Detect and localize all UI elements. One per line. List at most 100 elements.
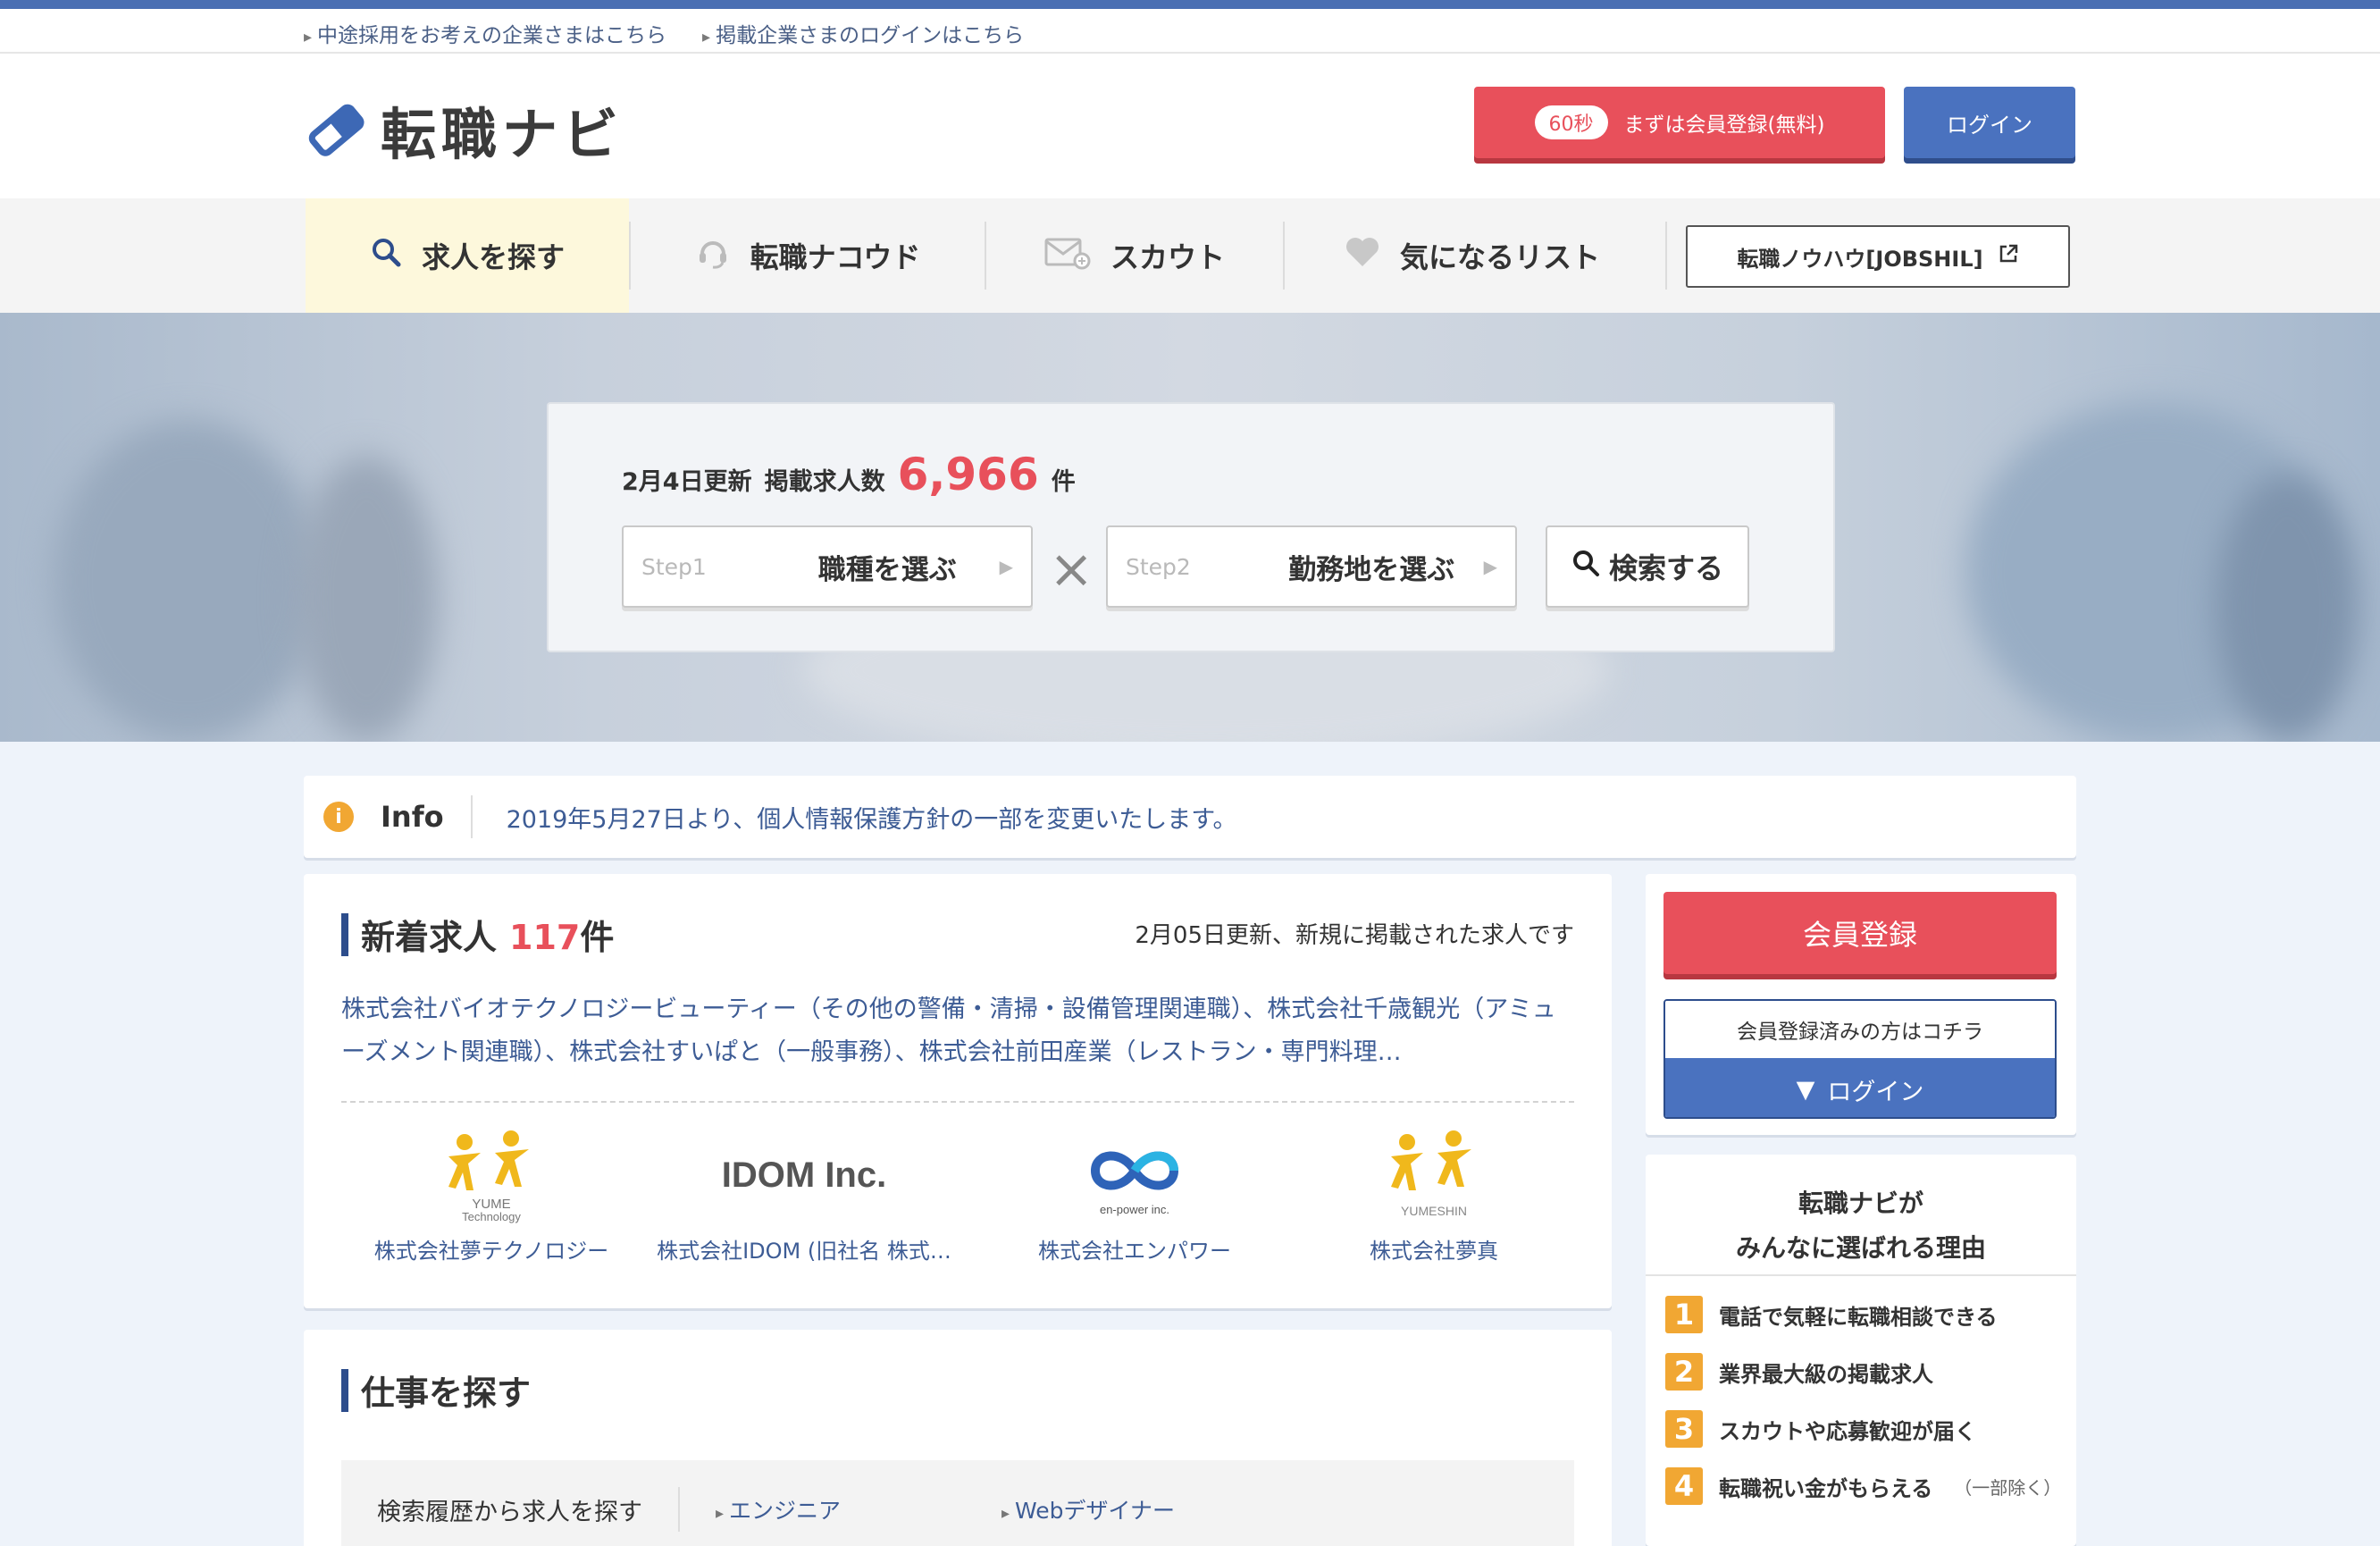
site-logo[interactable]: 転職ナビ <box>304 89 624 170</box>
info-icon: i <box>323 802 354 832</box>
register-button[interactable]: 60秒 まずは会員登録(無料) <box>1474 87 1885 158</box>
member-login-label: ログイン <box>1827 1078 1924 1106</box>
company-logo-caption: IDOM Inc. <box>722 1155 886 1195</box>
reason-number: 3 <box>1665 1410 1703 1448</box>
registered-note: 会員登録済みの方はコチラ <box>1665 1001 2055 1058</box>
login-button[interactable]: ログイン <box>1904 87 2075 158</box>
select-job-type-button[interactable]: Step1 職種を選ぶ ▶ <box>622 525 1033 608</box>
register-label: まずは会員登録(無料) <box>1623 113 1825 137</box>
reason-text: 業界最大級の掲載求人 <box>1719 1361 1933 1387</box>
top-stripe <box>0 0 2380 9</box>
new-jobs-title: 新着求人 117件 <box>341 910 614 959</box>
search-button-label: 検索する <box>1608 551 1723 585</box>
employer-link[interactable]: 中途採用をお考えの企業さまはこちら <box>304 18 666 48</box>
reasons-card: 転職ナビが みんなに選ばれる理由 1 電話で気軽に転職相談できる 2 業界最大級… <box>1646 1155 2076 1546</box>
nav-item-label: 気になるリスト <box>1399 240 1600 274</box>
reason-item: 1 電話で気軽に転職相談できる <box>1665 1296 1998 1333</box>
external-link-icon <box>1998 243 2019 270</box>
search-button[interactable]: 検索する <box>1546 525 1749 608</box>
reason-number: 2 <box>1665 1353 1703 1391</box>
top-links-bar: 中途採用をお考えの企業さまはこちら 掲載企業さまのログインはこちら <box>0 9 2380 54</box>
reason-text: 転職祝い金がもらえる <box>1719 1475 1933 1501</box>
reasons-title-line1: 転職ナビが <box>1798 1189 1923 1218</box>
reason-subnote: （一部除く） <box>1954 1476 2062 1499</box>
member-register-button[interactable]: 会員登録 <box>1663 892 2057 974</box>
company-logo-yumeshin: YUMESHIN <box>1313 1126 1555 1224</box>
jobshil-label: 転職ノウハウ[JOBSHIL] <box>1737 246 1983 272</box>
mail-icon <box>1044 234 1091 277</box>
company-logo-idom: IDOM Inc. <box>648 1126 960 1224</box>
member-login-button[interactable]: ▼ ログイン <box>1665 1058 2055 1117</box>
company-logo-caption: YUMESHIN <box>1401 1204 1467 1218</box>
new-jobs-count: 117 <box>509 918 581 957</box>
search-meta: 2月4日更新 掲載求人数 6,966 件 <box>622 449 1076 500</box>
step2-label: 勤務地を選ぶ <box>1288 553 1455 586</box>
new-jobs-heading: 新着求人 <box>361 918 498 957</box>
main-nav: 求人を探す 転職ナコウド スカウト 気になるリスト 転職ノウハウ[JOBSHIL… <box>0 198 2380 313</box>
nav-item-label: スカウト <box>1110 240 1225 274</box>
company-name: 株式会社夢テクノロジー <box>373 1239 609 1264</box>
divider <box>1646 1274 2076 1276</box>
nav-item-scout[interactable]: スカウト <box>986 198 1283 313</box>
reason-item: 2 業界最大級の掲載求人 <box>1665 1353 1933 1391</box>
company-card[interactable]: IDOM Inc. 株式会社IDOM (旧社名 株式… <box>648 1126 960 1265</box>
reason-item: 4 転職祝い金がもらえる （一部除く） <box>1665 1467 2061 1505</box>
jobshil-link[interactable]: 転職ノウハウ[JOBSHIL] <box>1686 225 2070 288</box>
nav-item-search[interactable]: 求人を探す <box>306 198 629 313</box>
title-bar <box>341 1368 348 1412</box>
company-logo-enpower: en-power inc. <box>1001 1126 1269 1224</box>
reasons-title-line2: みんなに選ばれる理由 <box>1735 1233 1986 1263</box>
find-jobs-heading: 仕事を探す <box>361 1374 532 1413</box>
reason-number: 4 <box>1665 1467 1703 1505</box>
new-jobs-description[interactable]: 株式会社バイオテクノロジービューティー（その他の警備・清掃・設備管理関連職）、株… <box>341 988 1574 1074</box>
nav-divider <box>1665 222 1667 290</box>
count-unit: 件 <box>1051 468 1076 496</box>
times-icon: × <box>1049 538 1094 601</box>
history-link-engineer[interactable]: エンジニア <box>716 1493 966 1525</box>
nav-item-nakoudo[interactable]: 転職ナコウド <box>631 198 985 313</box>
history-link-web-designer[interactable]: Webデザイナー <box>1001 1493 1252 1525</box>
company-name: 株式会社エンパワー <box>1038 1239 1231 1264</box>
step2-tag: Step2 <box>1126 553 1191 580</box>
header: 転職ナビ 60秒 まずは会員登録(無料) ログイン <box>0 54 2380 198</box>
nav-item-favorites[interactable]: 気になるリスト <box>1285 198 1660 313</box>
register-badge: 60秒 <box>1534 105 1608 139</box>
company-name: 株式会社夢真 <box>1370 1239 1498 1264</box>
update-date: 2月4日更新 <box>622 468 752 496</box>
new-jobs-count-unit: 件 <box>580 918 615 957</box>
company-logo-caption: en-power inc. <box>1100 1203 1169 1216</box>
company-card[interactable]: YUME Technology 株式会社夢テクノロジー <box>366 1126 616 1265</box>
member-login-box: 会員登録済みの方はコチラ ▼ ログイン <box>1663 999 2057 1119</box>
info-link[interactable]: 2019年5月27日より、個人情報保護方針の一部を変更いたします。 <box>507 800 1237 835</box>
job-search-panel: 2月4日更新 掲載求人数 6,966 件 Step1 職種を選ぶ ▶ × Ste… <box>547 402 1835 652</box>
reasons-title: 転職ナビが みんなに選ばれる理由 <box>1646 1181 2076 1271</box>
info-title: Info <box>381 795 473 838</box>
search-icon <box>1571 549 1600 584</box>
title-bar <box>341 912 348 956</box>
nav-item-label: 求人を探す <box>421 240 565 274</box>
step1-tag: Step1 <box>641 553 707 580</box>
find-jobs-card: 仕事を探す 検索履歴から求人を探す エンジニア Webデザイナー <box>304 1330 1612 1546</box>
search-history: 検索履歴から求人を探す エンジニア Webデザイナー <box>341 1460 1574 1546</box>
search-icon <box>370 236 402 275</box>
reason-number: 1 <box>1665 1296 1703 1333</box>
caret-down-icon: ▼ <box>1796 1075 1815 1104</box>
logo-text: 転職ナビ <box>381 102 624 167</box>
company-card[interactable]: en-power inc. 株式会社エンパワー <box>1001 1126 1269 1265</box>
select-location-button[interactable]: Step2 勤務地を選ぶ ▶ <box>1106 525 1517 608</box>
job-count: 6,966 <box>897 449 1039 500</box>
chevron-right-icon: ▶ <box>1483 556 1497 577</box>
new-jobs-note: 2月05日更新、新規に掲載された求人です <box>1135 922 1574 949</box>
company-logo-caption: Technology <box>462 1210 521 1223</box>
step1-label: 職種を選ぶ <box>817 553 957 586</box>
employer-login-link[interactable]: 掲載企業さまのログインはこちら <box>702 18 1024 48</box>
new-jobs-card: 新着求人 117件 2月05日更新、新規に掲載された求人です 株式会社バイオテク… <box>304 874 1612 1308</box>
count-label: 掲載求人数 <box>764 468 885 496</box>
divider <box>341 1101 1574 1103</box>
reason-item: 3 スカウトや応募歓迎が届く <box>1665 1410 1976 1448</box>
company-card[interactable]: YUMESHIN 株式会社夢真 <box>1313 1126 1555 1265</box>
reason-text: 電話で気軽に転職相談できる <box>1719 1304 1998 1330</box>
find-jobs-title: 仕事を探す <box>341 1365 531 1415</box>
info-bar: i Info 2019年5月27日より、個人情報保護方針の一部を変更いたします。 <box>304 776 2076 858</box>
search-history-title: 検索履歴から求人を探す <box>341 1487 680 1532</box>
